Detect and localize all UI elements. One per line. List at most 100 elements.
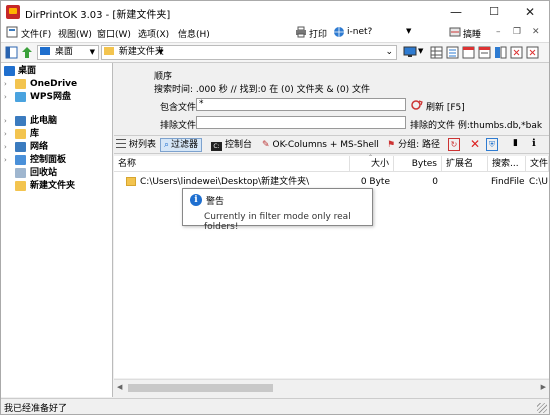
mdi-restore-button[interactable]: ❐ — [513, 27, 521, 37]
location-select[interactable]: 桌面 ▼ — [37, 45, 99, 60]
sort-arrow-icon: ⌃ — [368, 154, 374, 161]
include-label: 包含文件 — [160, 103, 197, 113]
warning-tooltip: i 警告 Currently in filter mode only real … — [182, 188, 373, 232]
column-header-extension[interactable]: 扩展名 — [442, 156, 488, 172]
computer-icon — [15, 116, 26, 126]
network-icon — [15, 142, 26, 152]
window-x-2-icon[interactable] — [526, 46, 539, 59]
reload-icon[interactable]: ↻ — [448, 138, 460, 151]
scroll-right-icon[interactable]: ▶ — [541, 383, 546, 391]
folder-select[interactable]: 新建文件夹 ▼ ⌄ — [101, 45, 397, 60]
folder-icon — [126, 177, 136, 186]
tile-icon[interactable] — [494, 46, 507, 59]
cell-search: FindFile — [491, 177, 525, 187]
app-logo-icon — [6, 5, 20, 19]
shield-icon[interactable]: ⛨ — [486, 138, 498, 151]
expand-arrow-icon[interactable]: › — [4, 91, 7, 104]
mdi-minimize-button[interactable]: – — [496, 27, 501, 37]
inet-dropdown-icon[interactable]: ▼ — [406, 27, 411, 35]
onedrive-folder-icon — [15, 79, 26, 89]
tooltip-title: 警告 — [206, 197, 225, 207]
tab-ok-columns[interactable]: ✎ OK-Columns + MS-Shell — [262, 138, 379, 152]
window-red-icon[interactable] — [462, 46, 475, 59]
doc-icon — [6, 26, 18, 38]
print-button[interactable]: 打印 — [309, 27, 327, 40]
expand-chevron-icon: ⌄ — [385, 47, 393, 57]
refresh-icon[interactable] — [410, 99, 424, 111]
exclude-hint: 排除的文件 例:thumbs.db,*bak — [410, 121, 543, 131]
library-icon — [15, 129, 26, 139]
sort-label: 顺序 — [154, 72, 173, 82]
window-red-2-icon[interactable] — [478, 46, 491, 59]
window-title: DirPrintOK 3.03 - [新建文件夹] — [25, 10, 171, 21]
scrollbar-thumb[interactable] — [128, 384, 273, 392]
group-icon: ⚑ — [387, 140, 396, 150]
menu-info[interactable]: 信息(H) — [178, 27, 210, 40]
expand-arrow-icon[interactable]: › — [4, 141, 7, 154]
list-view-icon[interactable] — [446, 46, 459, 59]
column-header-bytes[interactable]: Bytes — [394, 156, 442, 172]
desktop-icon — [4, 66, 15, 76]
exclude-label: 排除文件 — [160, 121, 197, 131]
maximize-button[interactable]: ☐ — [475, 1, 513, 23]
tab-filter[interactable]: ⌕ 过滤器 — [160, 138, 203, 152]
menu-file[interactable]: 文件(F) — [21, 27, 51, 40]
resize-grip-icon[interactable] — [537, 403, 547, 413]
address-toolbar: 桌面 ▼ 新建文件夹 ▼ ⌄ ▼ — [1, 43, 549, 63]
menu-view[interactable]: 视图(W) — [58, 27, 92, 40]
horizontal-scrollbar[interactable]: ◀ ▶ — [114, 379, 549, 396]
tree-list-icon — [116, 139, 126, 148]
inet-button[interactable]: i-net? — [347, 27, 372, 37]
expand-arrow-icon[interactable]: › — [4, 128, 7, 141]
scroll-left-icon[interactable]: ◀ — [117, 383, 122, 391]
tab-tree-list[interactable]: 树列表 — [116, 138, 156, 152]
mdi-close-button[interactable]: ✕ — [532, 27, 540, 37]
tooltip-message: Currently in filter mode only real folde… — [204, 212, 351, 232]
chevron-down-icon: ▼ — [158, 48, 164, 56]
up-folder-icon[interactable] — [21, 46, 33, 59]
cell-name: C:\Users\lindewei\Desktop\新建文件夹\ — [140, 177, 310, 187]
location-value: 桌面 — [54, 47, 73, 57]
info-icon: i — [190, 194, 202, 206]
recycle-bin-icon — [15, 168, 26, 178]
monitor-dropdown-icon[interactable]: ▼ — [418, 47, 423, 55]
refresh-button[interactable]: 刷新 [F5] — [426, 100, 465, 113]
panel-toggle-icon[interactable] — [5, 46, 18, 59]
column-header-search[interactable]: 搜索... — [488, 156, 526, 172]
minimize-button[interactable]: — — [437, 1, 475, 23]
column-header-file[interactable]: 文件 — [526, 156, 549, 172]
cell-file: C:\U — [529, 177, 548, 187]
exclude-field[interactable] — [196, 116, 406, 129]
globe-icon — [334, 27, 344, 37]
folder-tree[interactable]: 桌面 › OneDrive › WPS网盘 › 此电脑 › 库 › 网络 › 控… — [1, 63, 113, 397]
tab-console[interactable]: C: 控制台 — [211, 138, 252, 152]
grid-view-icon[interactable] — [430, 46, 443, 59]
scan-button[interactable]: 搞睡 — [463, 27, 481, 40]
chevron-down-icon: ▼ — [89, 48, 95, 56]
folder-icon — [15, 181, 26, 191]
title-bar: DirPrintOK 3.03 - [新建文件夹] — ☐ ✕ — [1, 1, 549, 23]
status-bar: 我已经准备好了 — [1, 398, 549, 414]
menu-window[interactable]: 窗口(W) — [97, 27, 131, 40]
printer-icon[interactable] — [295, 26, 307, 38]
column-header-name[interactable]: 名称 — [114, 156, 350, 172]
expand-arrow-icon[interactable]: › — [4, 154, 7, 167]
include-field[interactable]: * — [196, 98, 406, 111]
tab-group[interactable]: ⚑ 分组: 路径 — [387, 138, 440, 152]
menu-options[interactable]: 选项(X) — [138, 27, 169, 40]
delete-icon[interactable]: ✕ — [470, 137, 480, 151]
columns-tool-icon: ✎ — [262, 140, 270, 150]
expand-arrow-icon[interactable]: › — [4, 78, 7, 91]
status-text: 我已经准备好了 — [4, 404, 68, 414]
tab-bar: 树列表 ⌕ 过滤器 C: 控制台 ✎ OK-Columns + MS-Shell ⚑ 分… — [114, 135, 549, 154]
expand-arrow-icon[interactable]: › — [4, 115, 7, 128]
monitor-icon[interactable] — [403, 46, 417, 58]
help-icon[interactable]: ℹ — [532, 138, 536, 149]
control-panel-icon — [15, 155, 26, 165]
app-window: DirPrintOK 3.03 - [新建文件夹] — ☐ ✕ 文件(F) 视图… — [0, 0, 550, 415]
window-x-icon[interactable] — [510, 46, 523, 59]
info-tool-icon[interactable]: ▮ — [513, 138, 518, 148]
search-info: 搜索时间: .000 秒 // 找到:0 在 (0) 文件夹 & (0) 文件 — [154, 85, 371, 95]
close-button[interactable]: ✕ — [511, 1, 549, 23]
scan-icon — [449, 27, 461, 37]
